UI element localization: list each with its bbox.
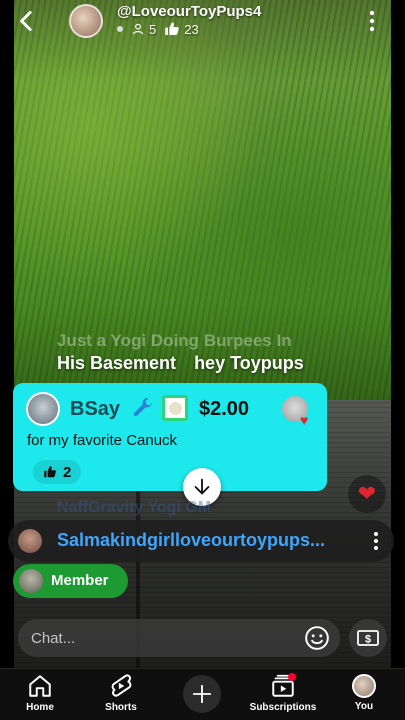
super-chat-button[interactable]: $	[349, 619, 387, 657]
notification-dot	[288, 673, 296, 681]
create-button[interactable]	[183, 675, 221, 713]
member-avatar	[19, 569, 43, 593]
chat-message-text-2: hey Toypups	[194, 353, 304, 373]
superchat-card[interactable]: BSay $2.00 ♥ for my favorite Canuck 2	[13, 383, 327, 491]
superchat-amount: $2.00	[199, 398, 250, 420]
thumbs-up-icon	[165, 22, 179, 35]
nav-subscriptions-label: Subscriptions	[249, 702, 317, 713]
nav-subscriptions[interactable]: Subscriptions	[243, 673, 323, 719]
pinned-username: Salmakindgirlloveourtoypups...	[57, 530, 326, 550]
nav-home[interactable]: Home	[0, 673, 80, 719]
shorts-icon	[111, 674, 132, 697]
more-options-icon[interactable]	[370, 530, 382, 552]
reaction-heart-button[interactable]: ❤	[348, 475, 386, 513]
heart-icon: ❤	[357, 481, 377, 506]
superchat-message: for my favorite Canuck	[27, 432, 178, 449]
pinned-chat-banner[interactable]: Salmakindgirlloveourtoypups...	[8, 520, 394, 562]
nav-home-label: Home	[26, 702, 54, 713]
chat-message-faded: Just a Yogi Doing Burpees In	[57, 331, 292, 350]
nav-shorts-label: Shorts	[105, 702, 137, 713]
nav-you-label: You	[354, 701, 374, 712]
member-badge-icon	[162, 395, 188, 421]
chat-message-text: His Basement	[57, 353, 177, 373]
live-stream-view: @LoveourToyPups4 5 23 Just a Yogi Doing …	[0, 0, 405, 668]
chat-input[interactable]	[18, 619, 340, 657]
superchat-like-count: 2	[63, 463, 72, 481]
chat-message-faded: NaffGravity Yogi GM	[57, 499, 212, 516]
nav-you[interactable]: You	[324, 673, 404, 719]
you-avatar	[352, 674, 376, 698]
wrench-icon	[133, 397, 152, 417]
plus-icon	[192, 684, 212, 704]
superchat-like-button[interactable]: 2	[33, 460, 82, 484]
emoji-icon[interactable]	[304, 625, 330, 651]
viewers-icon	[132, 23, 144, 35]
dollar-bill-icon: $	[357, 630, 379, 646]
superchat-name: BSay	[70, 398, 121, 420]
stream-header: @LoveourToyPups4 5 23	[0, 0, 405, 44]
like-count: 23	[184, 21, 199, 37]
stream-stats: 5 23	[117, 21, 199, 37]
nav-shorts[interactable]: Shorts	[81, 673, 161, 719]
member-pill[interactable]: Member	[13, 564, 128, 598]
more-options-icon[interactable]	[362, 8, 382, 34]
member-label: Member	[51, 572, 109, 589]
svg-text:$: $	[365, 634, 371, 646]
channel-avatar[interactable]	[69, 4, 103, 38]
home-icon	[29, 675, 51, 697]
back-arrow-icon[interactable]	[14, 8, 40, 34]
live-dot-icon	[117, 26, 123, 32]
bottom-navigation: Home Shorts Subscriptions You	[0, 668, 405, 720]
channel-name[interactable]: @LoveourToyPups4	[117, 3, 261, 20]
subscriptions-icon-wrap	[270, 673, 296, 699]
arrow-down-icon	[194, 478, 210, 495]
thumbs-up-icon	[44, 466, 56, 478]
pinned-avatar	[18, 529, 42, 553]
viewer-count: 5	[149, 21, 157, 37]
superchat-avatar	[26, 392, 60, 426]
heart-icon: ♥	[300, 412, 309, 428]
chat-message: His Basement hey Toypups	[57, 353, 304, 374]
